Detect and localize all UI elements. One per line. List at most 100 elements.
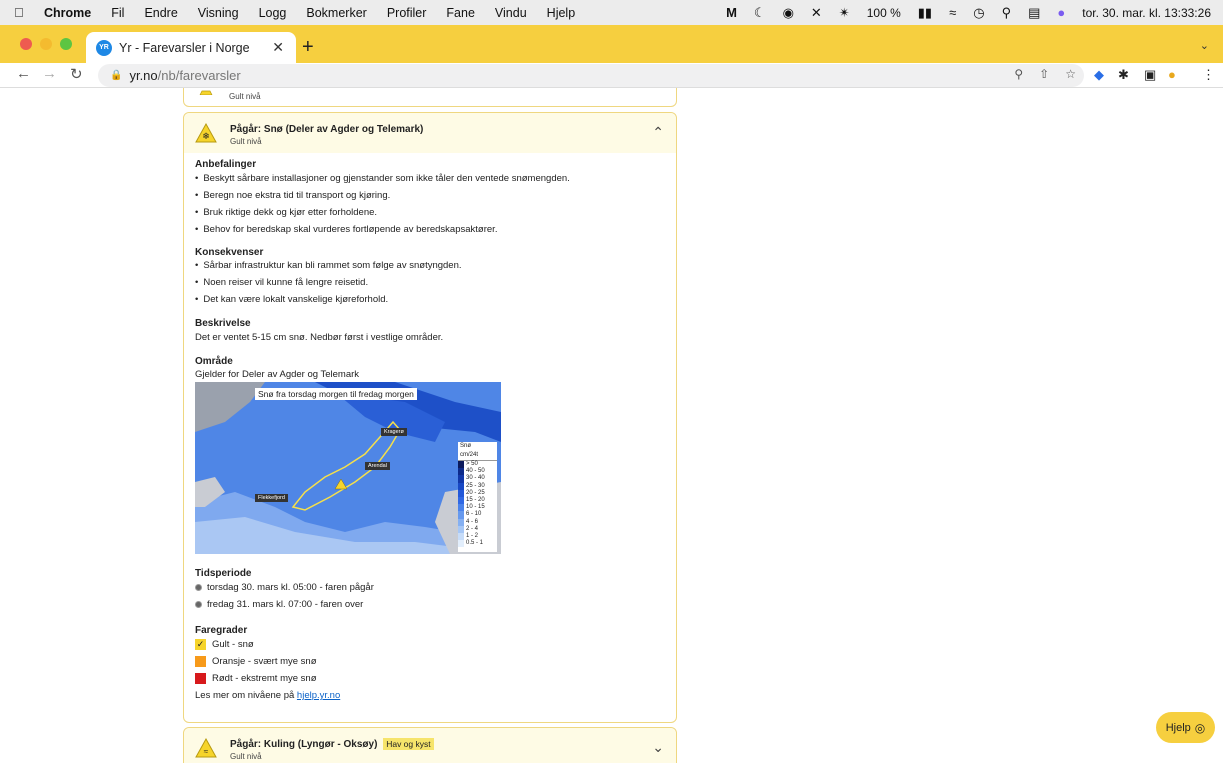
legend-swatch (458, 489, 464, 497)
legend-row: > 50 (458, 461, 497, 469)
yr-favicon-icon: YR (96, 39, 112, 56)
wifi-icon[interactable]: ≈ (949, 5, 956, 20)
reload-icon[interactable]: ↻ (70, 65, 83, 83)
svg-text:❄: ❄ (202, 131, 210, 141)
warning-card-snow: ❄ Pågår: Snø (Deler av Agder og Telemark… (183, 112, 677, 723)
moon-icon[interactable]: ☾ (754, 5, 766, 21)
address-bar[interactable]: 🔒 yr.no/nb/farevarsler ⚲ ⇧ ☆ (98, 64, 1084, 87)
legend-swatch (458, 511, 464, 519)
help-link[interactable]: hjelp.yr.no (297, 690, 340, 701)
svg-text:≈: ≈ (204, 747, 209, 756)
recommendation-item: Beskytt sårbare installasjoner og gjenst… (195, 174, 665, 184)
menu-app-name[interactable]: Chrome (44, 6, 91, 20)
legend-label: 25 - 30 (466, 482, 485, 489)
clock-icon[interactable]: ◷ (973, 5, 984, 21)
siri-icon[interactable]: ● (1057, 5, 1065, 20)
zoom-icon[interactable]: ⚲ (1014, 67, 1023, 81)
legend-label: 10 - 15 (466, 504, 485, 511)
spotlight-search-icon[interactable]: ⚲ (1002, 5, 1012, 21)
hav-og-kyst-badge: Hav og kyst (383, 738, 434, 750)
consequence-item: Det kan være lokalt vanskelige kjøreforh… (195, 295, 665, 305)
period-heading: Tidsperiode (195, 568, 252, 579)
extensions-puzzle-icon[interactable]: ✱ (1118, 67, 1129, 83)
map-label-flekkefjord: Flekkefjord (255, 494, 288, 502)
orange-swatch-icon (195, 656, 206, 667)
tab-close-icon[interactable]: ✕ (272, 39, 284, 56)
mute-icon[interactable]: ✕ (811, 5, 822, 21)
menu-vindu[interactable]: Vindu (495, 6, 527, 20)
recommendation-item: Behov for beredskap skal vurderes fortlø… (195, 225, 665, 235)
warning-card-header[interactable]: ❄ Pågår: Snø (Deler av Agder og Telemark… (184, 113, 676, 153)
legend-swatch (458, 504, 464, 512)
period-start: torsdag 30. mars kl. 05:00 - faren pågår (195, 582, 665, 593)
share-icon[interactable]: ⇧ (1039, 67, 1049, 81)
level-yellow-label: Gult - snø (212, 639, 254, 650)
menu-fane[interactable]: Fane (446, 6, 475, 20)
tab-strip: YR Yr - Farevarsler i Norge ✕ + ⌄ (0, 25, 1223, 63)
play-circle-icon[interactable]: ◉ (783, 5, 794, 21)
legend-label: > 50 (466, 461, 478, 468)
tab-search-chevron-icon[interactable]: ⌄ (1200, 39, 1209, 52)
legend-label: 30 - 40 (466, 475, 485, 482)
menu-logg[interactable]: Logg (259, 6, 287, 20)
check-icon: ✓ (195, 639, 206, 650)
close-window-button[interactable] (20, 38, 32, 50)
description-heading: Beskrivelse (195, 318, 251, 329)
area-text: Gjelder for Deler av Agder og Telemark (195, 369, 360, 380)
expand-chevron-icon[interactable]: ⌄ (652, 739, 664, 756)
minimize-window-button[interactable] (40, 38, 52, 50)
legend-row: 15 - 20 (458, 496, 497, 505)
area-heading: Område (195, 356, 233, 367)
map-title: Snø fra torsdag morgen til fredag morgen (255, 388, 417, 400)
map-label-kragero: Kragerø (381, 428, 407, 436)
legend-label: 15 - 20 (466, 497, 485, 504)
recommendation-item: Beregn noe ekstra tid til transport og k… (195, 191, 665, 201)
warning-level: Gult nivå (229, 92, 261, 101)
legend-label: 20 - 25 (466, 489, 485, 496)
lock-icon[interactable]: 🔒 (110, 70, 122, 81)
menu-endre[interactable]: Endre (144, 6, 177, 20)
menu-hjelp[interactable]: Hjelp (547, 6, 576, 20)
level-orange-label: Oransje - svært mye snø (212, 656, 317, 667)
zoom-window-button[interactable] (60, 38, 72, 50)
legend-swatch (458, 468, 464, 476)
new-tab-button[interactable]: + (302, 37, 314, 57)
back-icon[interactable]: ← (16, 65, 31, 82)
more-info: Les mer om nivåene på hjelp.yr.no (195, 690, 665, 701)
bluetooth-icon[interactable]: ✴ (839, 5, 850, 21)
warning-title: Pågår: Snø (Deler av Agder og Telemark) (230, 124, 424, 135)
bookmark-star-icon[interactable]: ☆ (1065, 67, 1076, 81)
extension-diamond-icon[interactable]: ◆ (1094, 67, 1104, 83)
forward-icon[interactable]: → (42, 65, 57, 82)
warning-title-text: Pågår: Kuling (Lyngør - Oksøy) (230, 739, 378, 750)
apple-icon[interactable]:  (14, 5, 28, 20)
legend-swatch (458, 482, 464, 490)
battery-icon[interactable]: ▮▮ (918, 5, 932, 21)
snow-map-graphic (195, 382, 501, 554)
snow-map[interactable]: Snø fra torsdag morgen til fredag morgen… (195, 382, 501, 554)
menu-datetime[interactable]: tor. 30. mar. kl. 13:33:26 (1082, 6, 1211, 20)
page-content: Gult nivå ❄ Pågår: Snø (Deler av Agder o… (0, 88, 1223, 763)
legend-row: 40 - 50 (458, 468, 497, 476)
collapse-chevron-icon[interactable]: ⌃ (652, 124, 664, 141)
legend-title: Snø (460, 443, 472, 449)
warning-card-previous[interactable]: Gult nivå (183, 88, 677, 107)
control-center-icon[interactable]: ▤ (1028, 5, 1040, 21)
legend-row: 2 - 4 (458, 525, 497, 533)
menu-profiler[interactable]: Profiler (387, 6, 427, 20)
side-panel-icon[interactable]: ▣ (1144, 67, 1156, 83)
menu-visning[interactable]: Visning (198, 6, 239, 20)
profile-avatar-icon[interactable]: ● (1168, 67, 1176, 82)
chrome-menu-icon[interactable]: ⋮ (1202, 67, 1215, 83)
menu-fil[interactable]: Fil (111, 6, 124, 20)
tab-yr-farevarsler[interactable]: YR Yr - Farevarsler i Norge ✕ (86, 32, 296, 63)
menu-bokmerker[interactable]: Bokmerker (306, 6, 366, 20)
wind-warning-triangle-icon: ≈ (195, 738, 217, 758)
warning-card-header[interactable]: ≈ Pågår: Kuling (Lyngør - Oksøy) Hav og … (184, 728, 676, 763)
help-button[interactable]: Hjelp ◎ (1156, 712, 1215, 743)
legend-row: 1 - 2 (458, 532, 497, 541)
warning-level: Gult nivå (230, 752, 262, 761)
malwarebytes-icon[interactable]: M (726, 5, 737, 20)
warning-title: Pågår: Kuling (Lyngør - Oksøy) Hav og ky… (230, 738, 434, 750)
legend-swatch (458, 496, 464, 505)
